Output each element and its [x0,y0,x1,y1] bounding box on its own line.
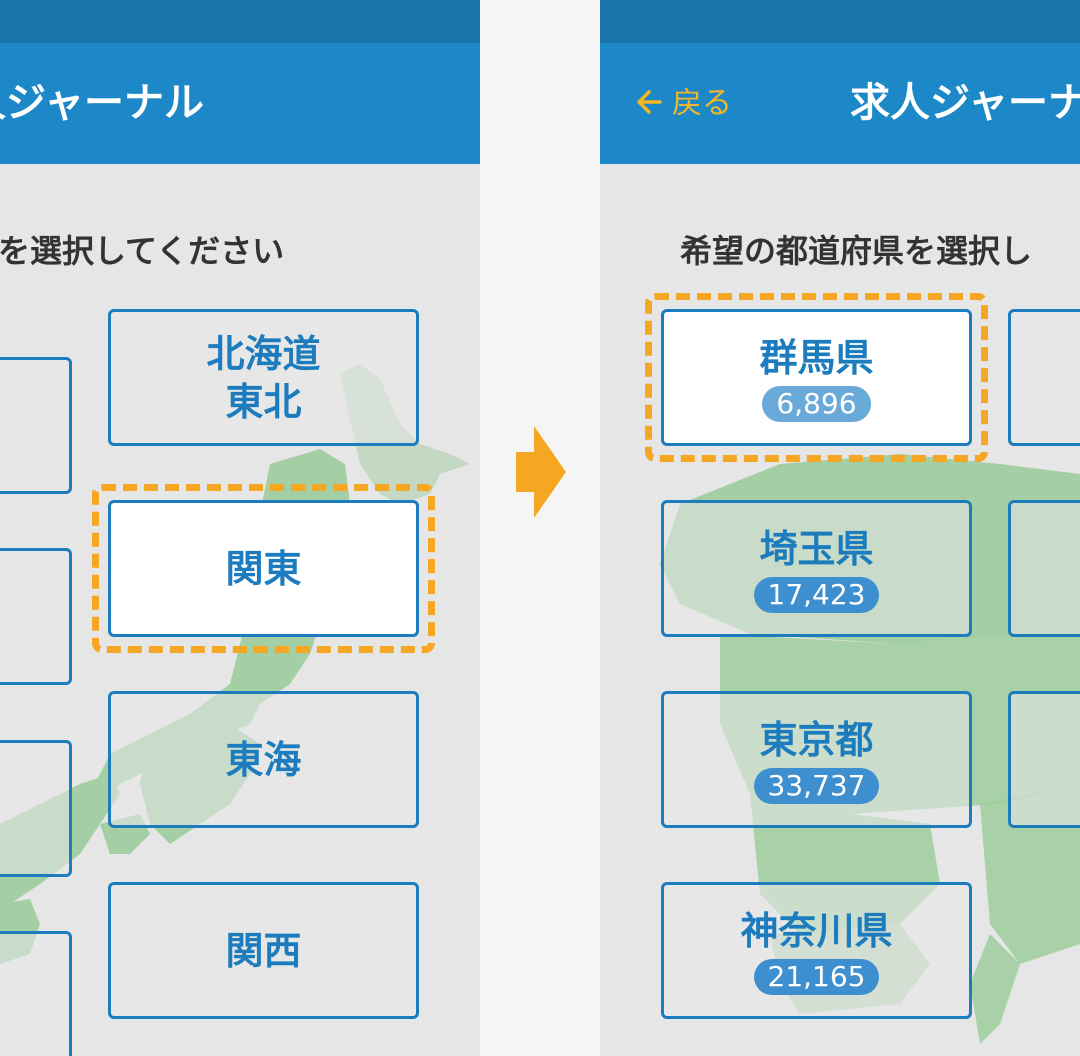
prefecture-tile-saitama[interactable]: 埼玉県 17,423 [661,500,972,637]
app-bar: 人ジャーナル [0,43,480,164]
region-tile-hokkaido-tohoku[interactable]: 北海道 東北 [108,309,419,446]
status-bar [600,0,1080,43]
job-count-badge: 6,896 [762,385,871,422]
prefecture-tile-cut-3[interactable] [1008,691,1080,828]
region-tile-cut-4[interactable] [0,931,72,1056]
prefecture-select-prompt: 希望の都道府県を選択し [680,232,1033,270]
back-label: 戻る [672,86,732,121]
job-count-badge: 33,737 [753,767,880,804]
region-tile-kansai[interactable]: 関西 [108,882,419,1019]
prefecture-name: 埼玉県 [759,526,874,571]
region-tile-cut-3[interactable] [0,740,72,877]
prefecture-tile-tokyo[interactable]: 東京都 33,737 [661,691,972,828]
arrow-right-icon [516,426,566,518]
prefecture-tile-gunma[interactable]: 群馬県 6,896 [661,309,972,446]
region-tile-tokai[interactable]: 東海 [108,691,419,828]
job-count-badge: 21,165 [753,958,880,995]
region-tile-cut-1[interactable] [0,357,72,494]
app-title: 人ジャーナル [0,80,204,126]
region-label: 北海道 [206,331,321,376]
prefecture-tile-cut-2[interactable] [1008,500,1080,637]
app-title: 求人ジャーナ [850,80,1080,126]
region-label: 関西 [225,928,302,973]
status-bar [0,0,480,43]
back-button[interactable]: 戻る [636,43,732,164]
prefecture-tile-cut-1[interactable] [1008,309,1080,446]
prefecture-tile-kanagawa[interactable]: 神奈川県 21,165 [661,882,972,1019]
arrow-left-icon [637,89,662,114]
prefecture-name: 神奈川県 [740,908,893,953]
left-screen: 人ジャーナル アを選択してください 北海道 東北 関東 東海 関西 [0,0,480,1056]
app-bar: 戻る 求人ジャーナ [600,43,1080,164]
region-label: 東北 [225,379,302,424]
right-screen: 戻る 求人ジャーナ 希望の都道府県を選択し 群馬県 6,896 埼玉県 17,4… [600,0,1080,1056]
area-select-prompt: アを選択してください [0,232,285,270]
region-label: 東海 [225,737,302,782]
region-tile-kanto[interactable]: 関東 [108,500,419,637]
prefecture-name: 東京都 [759,717,874,762]
prefecture-name: 群馬県 [759,335,874,380]
region-label: 関東 [225,546,302,591]
region-tile-cut-2[interactable] [0,548,72,685]
job-count-badge: 17,423 [753,576,880,613]
